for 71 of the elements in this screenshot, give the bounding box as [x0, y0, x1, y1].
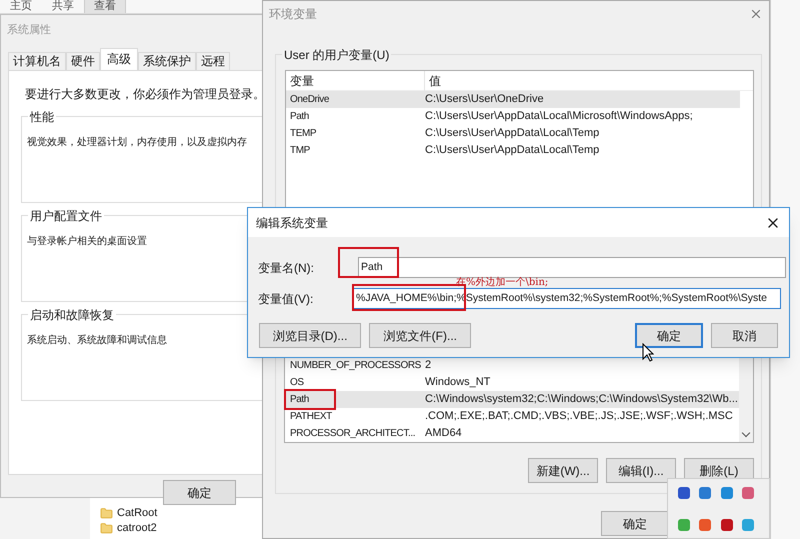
window-title: 系统属性 [7, 22, 51, 38]
field-label: 变量值(V): [257, 290, 314, 308]
tray-app-icon[interactable] [718, 516, 734, 532]
group-title: User 的用户变量(U) [282, 46, 392, 64]
folder-icon [100, 522, 113, 535]
group-description: 视觉效果，处理器计划，内存使用，以及虚拟内存 [27, 137, 247, 148]
folder-name[interactable]: catroot2 [117, 522, 157, 535]
ribbon-tab[interactable]: 主页 [0, 0, 42, 13]
dialog-title: 编辑系统变量 [256, 214, 328, 232]
ribbon-tab[interactable]: 共享 [42, 0, 84, 13]
table-cell-text: AMD64 [425, 426, 462, 442]
table-cell: NUMBER_OF_PROCESSORS [290, 360, 421, 372]
table-cell-text: C:\Users\User\AppData\Local\Temp [425, 143, 600, 158]
table-cell-text: .COM;.EXE;.BAT;.CMD;.VBS;.VBE;.JS;.JSE;.WSF;.WSH;.MSC [425, 409, 733, 424]
tray-app-icon[interactable] [740, 516, 756, 532]
table-row[interactable]: PROCESSOR_ARCHITECT... AMD64 [286, 425, 740, 442]
ok-button[interactable]: 确定 [601, 511, 669, 536]
table-row[interactable]: PATHEXT .COM;.EXE;.BAT;.CMD;.VBS;.VBE;.JS;.JSE;.WSF;.WSH;.MSC [286, 408, 740, 425]
field-label: 变量名(N): [257, 260, 315, 276]
table-cell-text: C:\Windows\system32;C:\Windows;C:\Windows\System32\Wb... [425, 392, 738, 408]
table-cell: OneDrive [290, 94, 330, 106]
tray-app-icon[interactable] [697, 485, 714, 501]
table-cell-text: Windows_NT [425, 375, 490, 390]
table-row[interactable]: OneDrive C:\Users\User\OneDrive [286, 91, 740, 108]
tab[interactable]: 远程 [196, 52, 230, 70]
dialog-button[interactable]: 浏览目录(D)... [259, 323, 362, 348]
group-description: 系统启动、系统故障和调试信息 [27, 335, 167, 346]
table-cell-text: 2 [425, 358, 432, 374]
system-variable-button[interactable]: 编辑(I)... [606, 458, 676, 483]
folder-icon [100, 507, 113, 520]
group-title: 性能 [28, 108, 56, 126]
group-description: 与登录帐户相关的桌面设置 [27, 236, 147, 247]
table-row[interactable]: Path C:\Users\User\AppData\Local\Microsoft\WindowsApps; [286, 108, 740, 125]
system-variable-button[interactable]: 新建(W)... [528, 458, 598, 483]
admin-notice: 要进行大多数更改，你必须作为管理员登录。 [25, 86, 266, 103]
column-header[interactable]: 值 [425, 70, 441, 90]
table-cell: Path [290, 111, 309, 122]
folder-name[interactable]: CatRoot [117, 507, 158, 520]
table-cell: PROCESSOR_ARCHITECT... [290, 428, 416, 440]
tab[interactable]: 硬件 [66, 52, 100, 70]
table-cell-text: C:\Users\User\AppData\Local\Temp [425, 126, 600, 142]
table-row[interactable]: OS Windows_NT [286, 374, 740, 391]
table-row[interactable]: NUMBER_OF_PROCESSORS 2 [286, 357, 740, 374]
table-cell: Path [290, 394, 309, 406]
table-cell: PATHEXT [290, 411, 332, 422]
table-cell-text: C:\Users\User\OneDrive [425, 92, 544, 108]
tray-app-icon[interactable] [697, 516, 714, 532]
table-cell: TEMP [290, 128, 316, 140]
dialog-button[interactable]: 确定 [635, 323, 703, 348]
tray-app-icon[interactable] [676, 485, 692, 501]
table-row[interactable]: TMP C:\Users\User\AppData\Local\Temp [286, 142, 740, 159]
highlight-frame [338, 247, 399, 278]
table-row[interactable]: TEMP C:\Users\User\AppData\Local\Temp [286, 125, 740, 142]
group-title: 用户配置文件 [28, 207, 104, 225]
ok-button[interactable]: 确定 [163, 480, 236, 505]
table-cell-text: C:\Users\User\AppData\Local\Microsoft\WindowsApps; [425, 109, 693, 124]
dialog-button[interactable]: 取消 [710, 323, 778, 348]
tab[interactable]: 系统保护 [138, 52, 196, 70]
dialog-button[interactable]: 浏览文件(F)... [369, 323, 472, 348]
table-cell: OS [290, 377, 304, 388]
ribbon-tab[interactable]: 查看 [84, 0, 126, 13]
text-field[interactable]: Path [358, 257, 786, 278]
group-title: 启动和故障恢复 [28, 306, 116, 324]
tray-app-icon[interactable] [676, 516, 692, 532]
table-cell: TMP [290, 145, 310, 156]
tray-app-icon[interactable] [740, 485, 756, 501]
window-title: 环境变量 [269, 6, 317, 22]
table-row[interactable]: Path C:\Windows\system32;C:\Windows;C:\Windows\System32\Wb... [286, 391, 740, 408]
tab[interactable]: 高级 [100, 48, 138, 70]
tray-app-icon[interactable] [718, 485, 734, 501]
tab[interactable]: 计算机名 [8, 52, 66, 70]
